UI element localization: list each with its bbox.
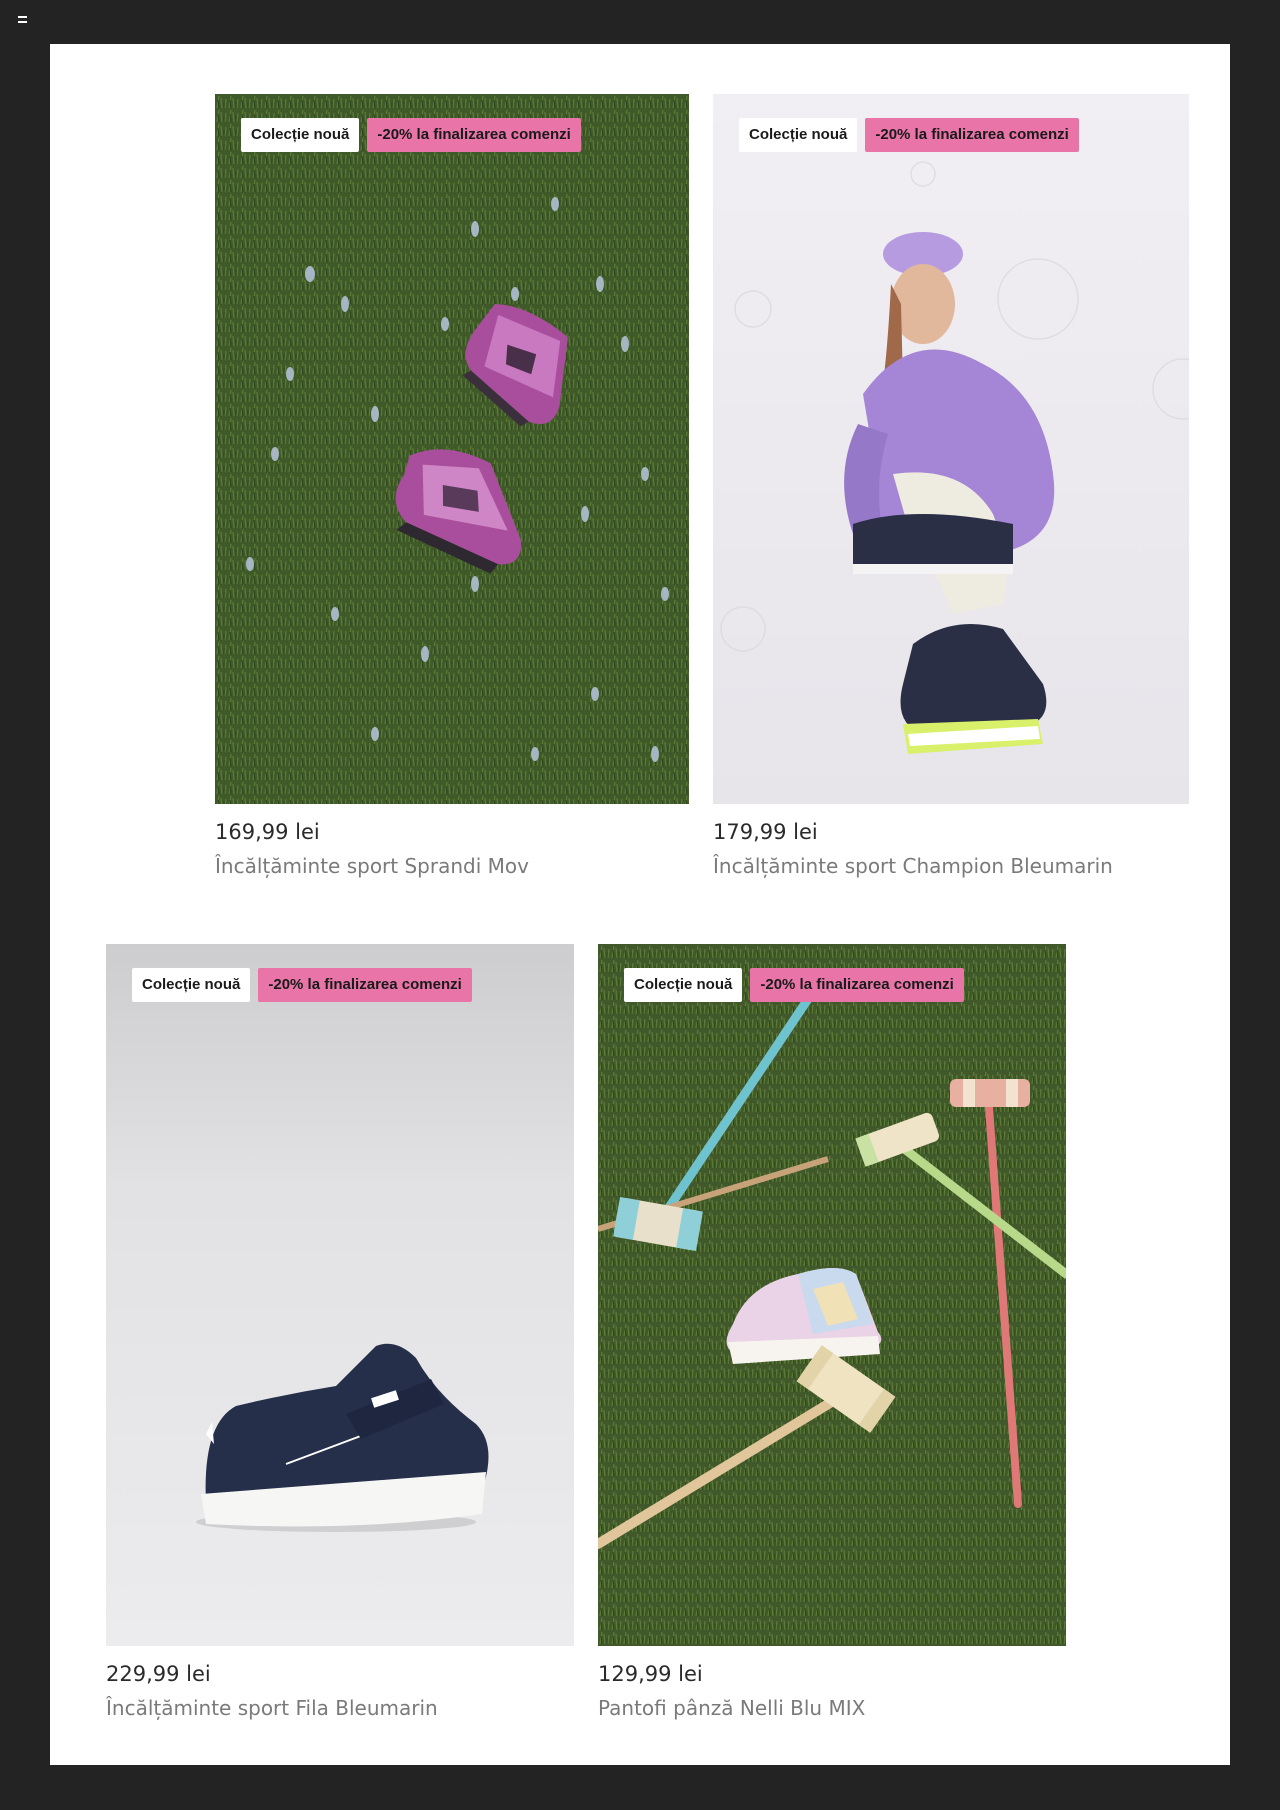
- product-name[interactable]: Încălțăminte sport Fila Bleumarin: [106, 1696, 574, 1720]
- product-price: 129,99 lei: [598, 1662, 703, 1686]
- product-image[interactable]: Colecție nouă -20% la finalizarea comenz…: [215, 94, 689, 804]
- product-name[interactable]: Încălțăminte sport Sprandi Mov: [215, 854, 689, 878]
- discount-badge: -20% la finalizarea comenzi: [258, 968, 472, 1002]
- fila-sneaker-photo: [106, 944, 574, 1646]
- product-image[interactable]: Colecție nouă -20% la finalizarea comenz…: [713, 94, 1189, 804]
- product-card-fila[interactable]: Colecție nouă -20% la finalizarea comenz…: [106, 944, 574, 1720]
- product-card-champion[interactable]: Colecție nouă -20% la finalizarea comenz…: [713, 94, 1189, 878]
- product-image[interactable]: Colecție nouă -20% la finalizarea comenz…: [598, 944, 1066, 1646]
- croquet-canvas-shoe-photo: [598, 944, 1066, 1646]
- hamburger-menu-icon[interactable]: [18, 16, 32, 28]
- new-collection-badge: Colecție nouă: [739, 118, 858, 152]
- discount-badge: -20% la finalizarea comenzi: [750, 968, 964, 1002]
- catalog-page: Colecție nouă -20% la finalizarea comenz…: [50, 44, 1230, 1765]
- discount-badge: -20% la finalizarea comenzi: [367, 118, 581, 152]
- product-card-nelli[interactable]: Colecție nouă -20% la finalizarea comenz…: [598, 944, 1066, 1720]
- product-image[interactable]: Colecție nouă -20% la finalizarea comenz…: [106, 944, 574, 1646]
- discount-badge: -20% la finalizarea comenzi: [865, 118, 1079, 152]
- grass-sneakers-photo: [215, 94, 689, 804]
- child-sneaker-photo: [713, 94, 1189, 804]
- new-collection-badge: Colecție nouă: [624, 968, 743, 1002]
- product-name[interactable]: Pantofi pânză Nelli Blu MIX: [598, 1696, 1066, 1720]
- product-price: 169,99 lei: [215, 820, 320, 844]
- new-collection-badge: Colecție nouă: [132, 968, 251, 1002]
- product-price: 229,99 lei: [106, 1662, 211, 1686]
- product-price: 179,99 lei: [713, 820, 818, 844]
- new-collection-badge: Colecție nouă: [241, 118, 360, 152]
- product-card-sprandi[interactable]: Colecție nouă -20% la finalizarea comenz…: [215, 94, 689, 878]
- product-name[interactable]: Încălțăminte sport Champion Bleumarin: [713, 854, 1189, 878]
